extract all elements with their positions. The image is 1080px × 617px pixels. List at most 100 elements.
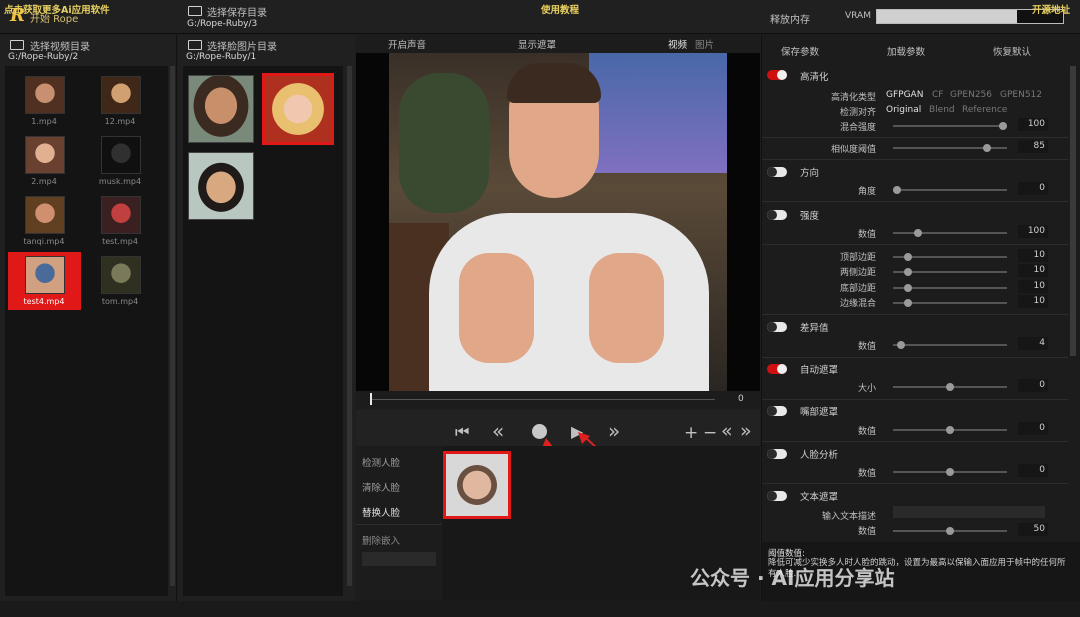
slider-knob[interactable] (893, 186, 901, 194)
slider-knob[interactable] (946, 383, 954, 391)
face-thumb-3[interactable] (188, 152, 254, 220)
slider-knob[interactable] (903, 284, 912, 292)
bottom-margin-value[interactable]: 10 (1018, 280, 1048, 293)
tutorial-link[interactable]: 使用教程 (541, 2, 579, 16)
hd-type-gfpgan[interactable]: GFPGAN (886, 90, 923, 100)
slider-knob[interactable] (903, 268, 912, 276)
auto-mask-value[interactable]: 0 (1018, 379, 1048, 392)
slider-knob[interactable] (903, 253, 912, 261)
more-apps-link[interactable]: 点击获取更多Ai应用软件 (4, 2, 110, 16)
bottom-margin-slider[interactable] (893, 284, 1007, 292)
save-params-button[interactable]: 保存参数 (781, 44, 819, 58)
align-blend[interactable]: Blend (929, 105, 955, 115)
audio-toggle[interactable]: 开启声音 (388, 37, 426, 51)
tab-video[interactable]: 视频 (668, 37, 687, 51)
select-face-dir-button[interactable]: 选择脸图片目录 (207, 38, 277, 53)
direction-toggle[interactable] (767, 167, 787, 177)
hd-label: 高清化 (800, 72, 829, 83)
slider-knob[interactable] (946, 527, 954, 535)
diff-value[interactable]: 4 (1018, 337, 1048, 350)
video-item[interactable]: test4.mp4 (8, 252, 81, 310)
mouth-mask-value[interactable]: 0 (1018, 422, 1048, 435)
video-thumbnail (101, 136, 141, 174)
rewind-icon[interactable]: « (492, 421, 504, 441)
load-params-button[interactable]: 加载参数 (887, 44, 925, 58)
params-scrollbar[interactable] (1070, 66, 1076, 356)
angle-value[interactable]: 0 (1018, 182, 1048, 195)
detected-face-thumb[interactable] (443, 451, 511, 519)
auto-mask-slider[interactable] (893, 383, 1007, 391)
release-memory-button[interactable]: 释放内存 (770, 11, 810, 26)
embed-name-input[interactable] (362, 552, 436, 566)
slider-knob[interactable] (946, 468, 954, 476)
skip-start-icon[interactable]: ⏮ (455, 423, 469, 441)
face-scrollbar[interactable] (347, 66, 352, 586)
top-margin-value[interactable]: 10 (1018, 249, 1048, 262)
folder-icon (188, 40, 202, 50)
video-scrollbar[interactable] (170, 66, 175, 586)
video-item[interactable]: 12.mp4 (84, 72, 157, 128)
slider-knob[interactable] (999, 122, 1007, 130)
top-margin-slider[interactable] (893, 253, 1007, 261)
align-original[interactable]: Original (886, 105, 921, 115)
zoom-in-icon[interactable]: + (684, 424, 698, 442)
select-video-dir-button[interactable]: 选择视频目录 (30, 38, 90, 53)
video-item[interactable]: 1.mp4 (8, 72, 81, 128)
side-margin-slider[interactable] (893, 268, 1007, 276)
diff-toggle[interactable] (767, 322, 787, 332)
hd-type-gpen256[interactable]: GPEN256 (950, 90, 992, 100)
strength-toggle[interactable] (767, 210, 787, 220)
hd-type-gpen512[interactable]: GPEN512 (1000, 90, 1042, 100)
strength-slider[interactable] (893, 229, 1007, 237)
swap-face-button[interactable]: 替换人脸 (362, 505, 400, 519)
delete-embed-button[interactable]: 删除嵌入 (362, 533, 400, 547)
similarity-slider[interactable] (893, 144, 1007, 152)
similarity-value[interactable]: 85 (1018, 140, 1048, 153)
face-dir-path: G:/Rope-Ruby/1 (186, 52, 257, 62)
side-margin-value[interactable]: 10 (1018, 264, 1048, 277)
detect-face-button[interactable]: 检测人脸 (362, 455, 400, 469)
text-mask-toggle[interactable] (767, 491, 787, 501)
show-mask-toggle[interactable]: 显示遮罩 (518, 37, 556, 51)
face-parse-slider[interactable] (893, 468, 1007, 476)
tab-image[interactable]: 图片 (695, 37, 714, 51)
hd-toggle[interactable] (767, 70, 787, 80)
video-filename: tom.mp4 (101, 297, 139, 306)
text-mask-value[interactable]: 50 (1018, 523, 1048, 536)
strength-value[interactable]: 100 (1018, 225, 1048, 238)
zoom-out-icon[interactable]: − (703, 424, 717, 442)
diff-slider[interactable] (893, 341, 1007, 349)
select-save-dir-button[interactable]: 选择保存目录 (207, 4, 267, 19)
blend-strength-value[interactable]: 100 (1018, 118, 1048, 131)
face-parse-value[interactable]: 0 (1018, 464, 1048, 477)
edge-blend-value[interactable]: 10 (1018, 295, 1048, 308)
hd-type-label: 高清化类型 (830, 93, 876, 103)
face-parse-toggle[interactable] (767, 449, 787, 459)
step-back-icon[interactable]: « (721, 422, 733, 441)
video-item[interactable]: test.mp4 (84, 192, 157, 248)
angle-slider[interactable] (893, 186, 1007, 194)
mouth-mask-toggle[interactable] (767, 406, 787, 416)
edge-blend-slider[interactable] (893, 299, 1007, 307)
mouth-mask-slider[interactable] (893, 426, 1007, 434)
timeline-track[interactable] (370, 399, 715, 400)
video-item[interactable]: tom.mp4 (84, 252, 157, 308)
reset-params-button[interactable]: 恢复默认 (993, 44, 1031, 58)
video-item[interactable]: tanqi.mp4 (8, 192, 81, 248)
slider-knob[interactable] (946, 426, 954, 434)
face-thumb-2-selected[interactable] (262, 73, 334, 145)
blend-strength-slider[interactable] (893, 122, 1007, 130)
hd-type-cf[interactable]: CF (932, 90, 943, 100)
source-link[interactable]: 开源地址 (1032, 2, 1070, 16)
align-reference[interactable]: Reference (962, 105, 1007, 115)
step-forward-icon[interactable]: » (740, 422, 752, 441)
auto-mask-toggle[interactable] (767, 364, 787, 374)
video-item[interactable]: 2.mp4 (8, 132, 81, 188)
slider-knob[interactable] (903, 299, 912, 307)
video-item[interactable]: musk.mp4 (84, 132, 157, 188)
timeline-handle[interactable] (370, 393, 372, 405)
face-thumb-1[interactable] (188, 75, 254, 143)
clear-face-button[interactable]: 清除人脸 (362, 480, 400, 494)
text-desc-input[interactable] (893, 506, 1045, 518)
text-mask-slider[interactable] (893, 527, 1007, 535)
